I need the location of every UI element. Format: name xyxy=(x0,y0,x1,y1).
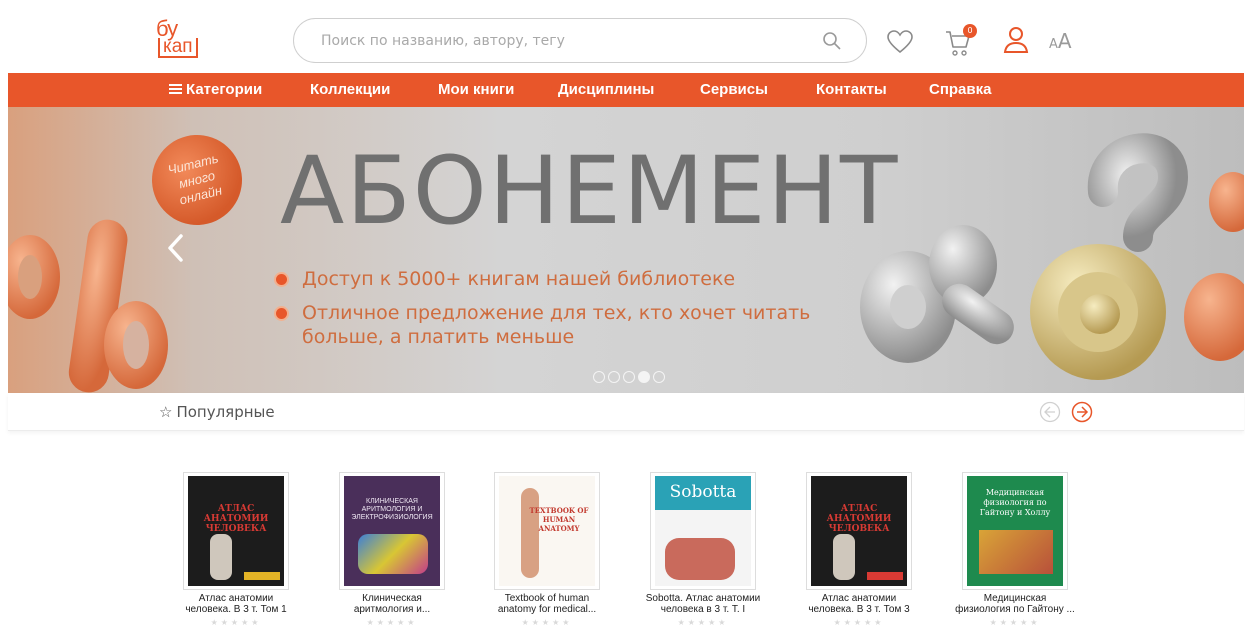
popular-next-arrow-icon[interactable] xyxy=(1071,401,1093,423)
book-card[interactable]: АТЛАС АНАТОМИИ ЧЕЛОВЕКА Атлас анатомии че… xyxy=(784,472,934,627)
promo-banner[interactable]: Читать много онлайн АБОНЕМЕНТ Доступ к 5… xyxy=(8,107,1244,393)
cart-count-badge: 0 xyxy=(963,24,977,38)
nav-item-disciplines[interactable]: Дисциплины xyxy=(558,81,654,98)
book-title-line: Атлас анатомии xyxy=(821,593,897,604)
book-title-line: аритмология и... xyxy=(353,604,431,615)
site-header: бу кап 0 AA xyxy=(0,0,1245,73)
banner-pagination xyxy=(593,368,668,387)
book-title-line: человека. В 3 т. Том 1 xyxy=(185,604,287,615)
menu-burger-icon xyxy=(169,84,182,94)
nav-item-services[interactable]: Сервисы xyxy=(700,81,768,98)
popular-prev-arrow-icon[interactable] xyxy=(1039,401,1061,423)
book-title[interactable]: Клиническая аритмология и... xyxy=(317,593,467,615)
book-cover[interactable]: КЛИНИЧЕСКАЯ АРИТМОЛОГИЯ И ЭЛЕКТРОФИЗИОЛО… xyxy=(339,472,445,590)
book-title-line: Sobotta. Атлас анатомии xyxy=(645,593,761,604)
pagination-dot[interactable] xyxy=(608,371,620,383)
book-cover-text: Медицинская физиология по Гайтону и Холл… xyxy=(979,488,1051,517)
book-cover[interactable]: АТЛАС АНАТОМИИ ЧЕЛОВЕКА xyxy=(806,472,912,590)
book-title-line: Атлас анатомии xyxy=(198,593,274,604)
pagination-dot[interactable] xyxy=(593,371,605,383)
nav-item-collections[interactable]: Коллекции xyxy=(310,81,390,98)
main-nav: Категории Коллекции Мои книги Дисциплины… xyxy=(8,73,1244,107)
pagination-dot-active[interactable] xyxy=(638,371,650,383)
book-cover-text: АТЛАС АНАТОМИИ ЧЕЛОВЕКА xyxy=(203,504,269,534)
popular-title-text: Популярные xyxy=(176,403,275,421)
book-card[interactable]: Sobotta Sobotta. Атлас анатомии человека … xyxy=(628,472,778,627)
book-cover[interactable]: Медицинская физиология по Гайтону и Холл… xyxy=(962,472,1068,590)
book-cover[interactable]: Sobotta xyxy=(650,472,756,590)
book-title[interactable]: Медицинская физиология по Гайтону ... xyxy=(940,593,1090,615)
logo-bottom-text: кап xyxy=(158,37,198,58)
search-input[interactable] xyxy=(321,30,801,52)
nav-item-help[interactable]: Справка xyxy=(929,81,991,98)
book-card[interactable]: КЛИНИЧЕСКАЯ АРИТМОЛОГИЯ И ЭЛЕКТРОФИЗИОЛО… xyxy=(317,472,467,627)
popular-title: ☆ Популярные xyxy=(159,403,275,421)
search-box xyxy=(293,18,867,63)
book-title-line: Textbook of human xyxy=(504,593,590,604)
book-cover-text: TEXTBOOK OF HUMAN ANATOMY xyxy=(529,506,589,533)
book-title-line: человека в 3 т. Т. I xyxy=(660,604,746,615)
bullet-dot-icon xyxy=(276,274,287,285)
book-cover[interactable]: АТЛАС АНАТОМИИ ЧЕЛОВЕКА xyxy=(183,472,289,590)
book-card[interactable]: Медицинская физиология по Гайтону и Холл… xyxy=(940,472,1090,627)
font-size-toggle[interactable]: AA xyxy=(1049,29,1072,53)
bullet-dot-icon xyxy=(276,308,287,319)
book-title-line: Клиническая xyxy=(362,593,422,604)
banner-title: АБОНЕМЕНТ xyxy=(280,137,900,246)
nav-item-label: Категории xyxy=(186,81,263,98)
book-cover-text: КЛИНИЧЕСКАЯ АРИТМОЛОГИЯ И ЭЛЕКТРОФИЗИОЛО… xyxy=(351,498,433,521)
book-cover-text: Sobotta xyxy=(669,482,737,502)
font-size-small[interactable]: A xyxy=(1049,37,1058,52)
book-title-line: человека. В 3 т. Том 3 xyxy=(808,604,910,615)
book-title[interactable]: Атлас анатомии человека. В 3 т. Том 1 xyxy=(161,593,311,615)
book-title[interactable]: Textbook of human anatomy for medical... xyxy=(472,593,622,615)
book-title[interactable]: Атлас анатомии человека. В 3 т. Том 3 xyxy=(784,593,934,615)
site-logo[interactable]: бу кап xyxy=(154,16,204,62)
book-card[interactable]: АТЛАС АНАТОМИИ ЧЕЛОВЕКА Атлас анатомии че… xyxy=(161,472,311,627)
nav-item-my-books[interactable]: Мои книги xyxy=(438,81,514,98)
book-cover[interactable]: TEXTBOOK OF HUMAN ANATOMY xyxy=(494,472,600,590)
book-cover-text: АТЛАС АНАТОМИИ ЧЕЛОВЕКА xyxy=(826,504,892,534)
nav-item-contacts[interactable]: Контакты xyxy=(816,81,887,98)
book-card[interactable]: TEXTBOOK OF HUMAN ANATOMY Textbook of hu… xyxy=(472,472,622,627)
user-account-icon[interactable] xyxy=(1003,25,1029,55)
book-title-line: anatomy for medical... xyxy=(497,604,597,615)
banner-bullet-text: Доступ к 5000+ книгам нашей библиотеке xyxy=(302,268,736,290)
search-icon[interactable] xyxy=(822,31,842,51)
popular-section-header: ☆ Популярные xyxy=(8,393,1244,431)
banner-prev-arrow-icon[interactable] xyxy=(166,233,186,263)
nav-item-categories[interactable]: Категории xyxy=(169,81,262,98)
book-title-line: Медицинская xyxy=(983,593,1047,604)
favorites-heart-icon[interactable] xyxy=(886,29,914,55)
pagination-dot[interactable] xyxy=(653,371,665,383)
pagination-dot[interactable] xyxy=(623,371,635,383)
star-outline-icon: ☆ xyxy=(159,403,173,421)
banner-bullet-text: Отличное предложение для тех, кто хочет … xyxy=(302,302,811,348)
book-title[interactable]: Sobotta. Атлас анатомии человека в 3 т. Т… xyxy=(628,593,778,615)
font-size-big[interactable]: A xyxy=(1058,29,1072,53)
book-title-line: физиология по Гайтону ... xyxy=(955,604,1075,615)
